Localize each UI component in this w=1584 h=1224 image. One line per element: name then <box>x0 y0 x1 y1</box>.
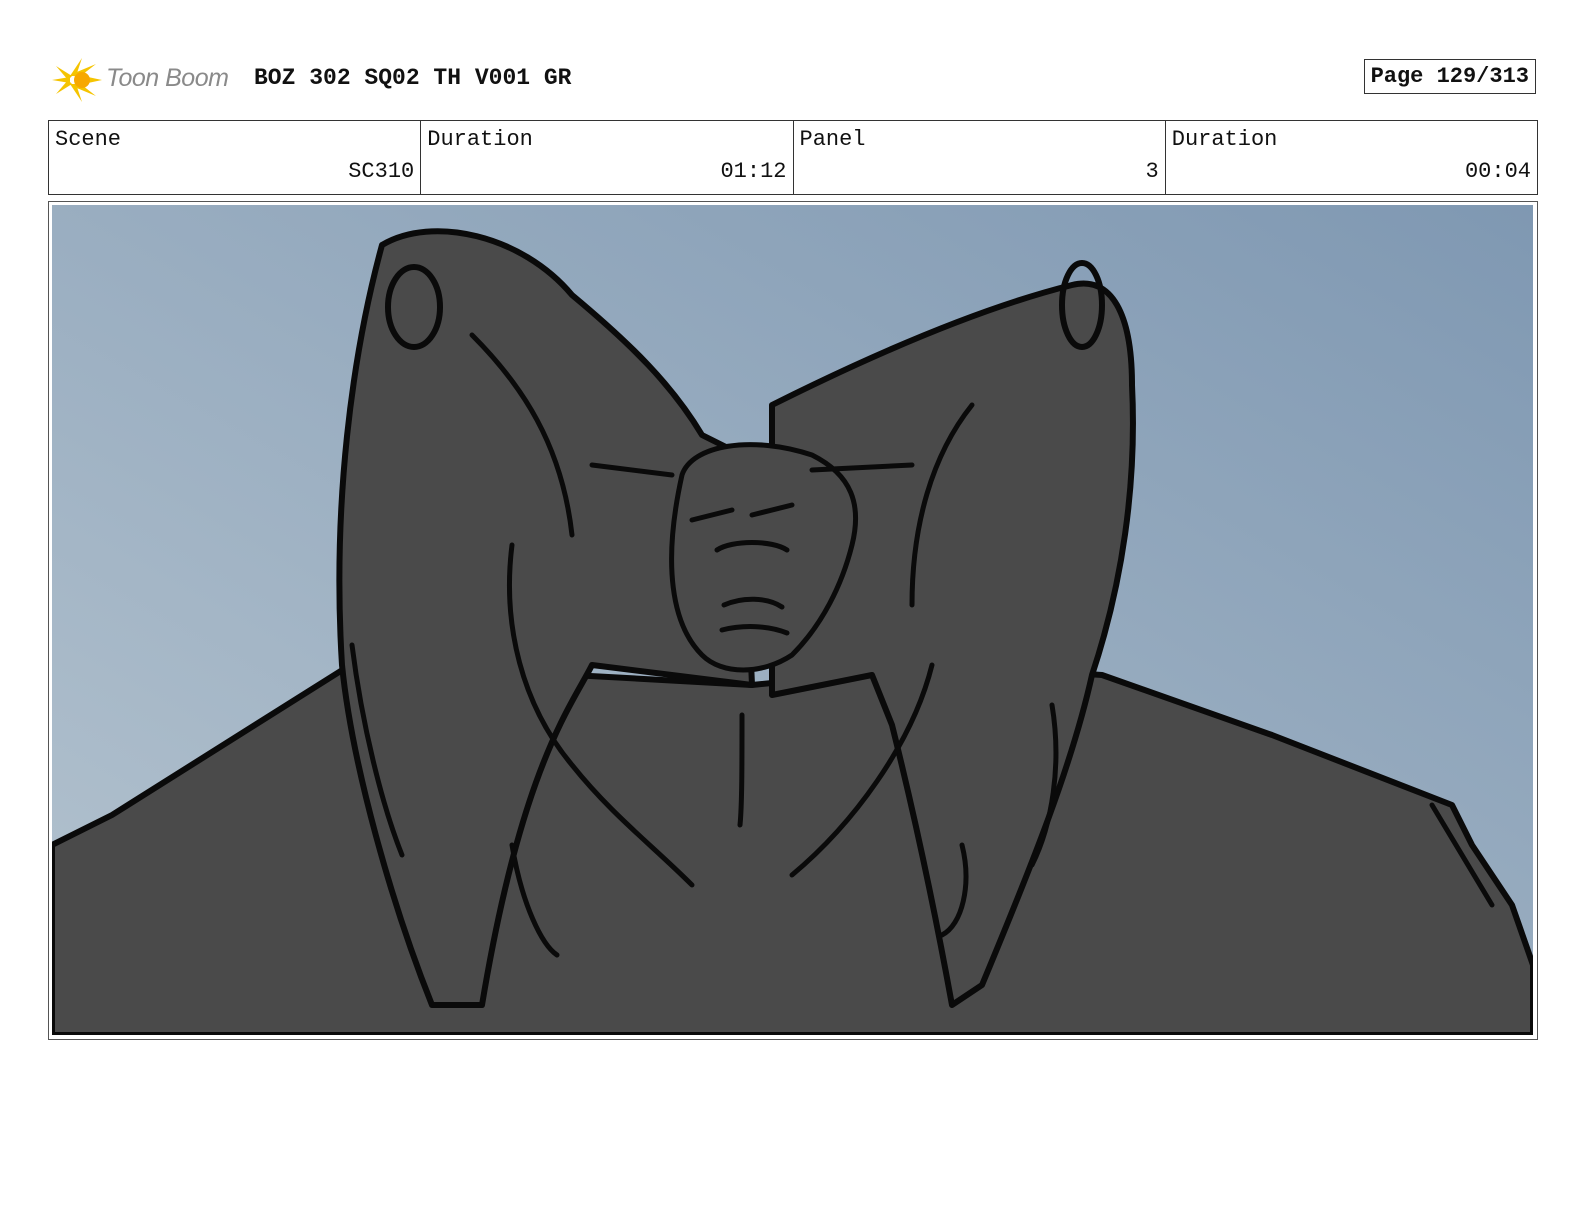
scene-duration-cell: Duration 01:12 <box>421 121 794 194</box>
panel-label: Panel <box>799 127 866 152</box>
sunburst-icon <box>52 58 102 102</box>
panel-duration-cell: Duration 00:04 <box>1166 121 1537 194</box>
storyboard-drawing <box>52 205 1533 1035</box>
scene-cell: Scene SC310 <box>49 121 422 194</box>
scene-duration-label: Duration <box>427 127 533 152</box>
scene-label: Scene <box>55 127 122 152</box>
panel-duration-value: 00:04 <box>1464 159 1531 184</box>
logo-wordmark: Toon Boom <box>106 64 229 92</box>
panel-duration-label: Duration <box>1171 127 1278 152</box>
page-header: Toon Boom BOZ 302 SQ02 TH V001 GR Page 1… <box>50 52 1538 108</box>
panel-cell: Panel 3 <box>794 121 1166 194</box>
storyboard-panel-frame <box>48 201 1538 1040</box>
panel-value: 3 <box>1145 159 1159 184</box>
scene-duration-value: 01:12 <box>720 159 787 184</box>
toon-boom-logo: Toon Boom <box>52 56 242 104</box>
scene-info-table: Scene SC310 Duration 01:12 Panel 3 Durat… <box>48 120 1538 195</box>
page-number: Page 129/313 <box>1363 59 1536 94</box>
document-title: BOZ 302 SQ02 TH V001 GR <box>254 65 572 91</box>
scene-value: SC310 <box>348 159 415 184</box>
